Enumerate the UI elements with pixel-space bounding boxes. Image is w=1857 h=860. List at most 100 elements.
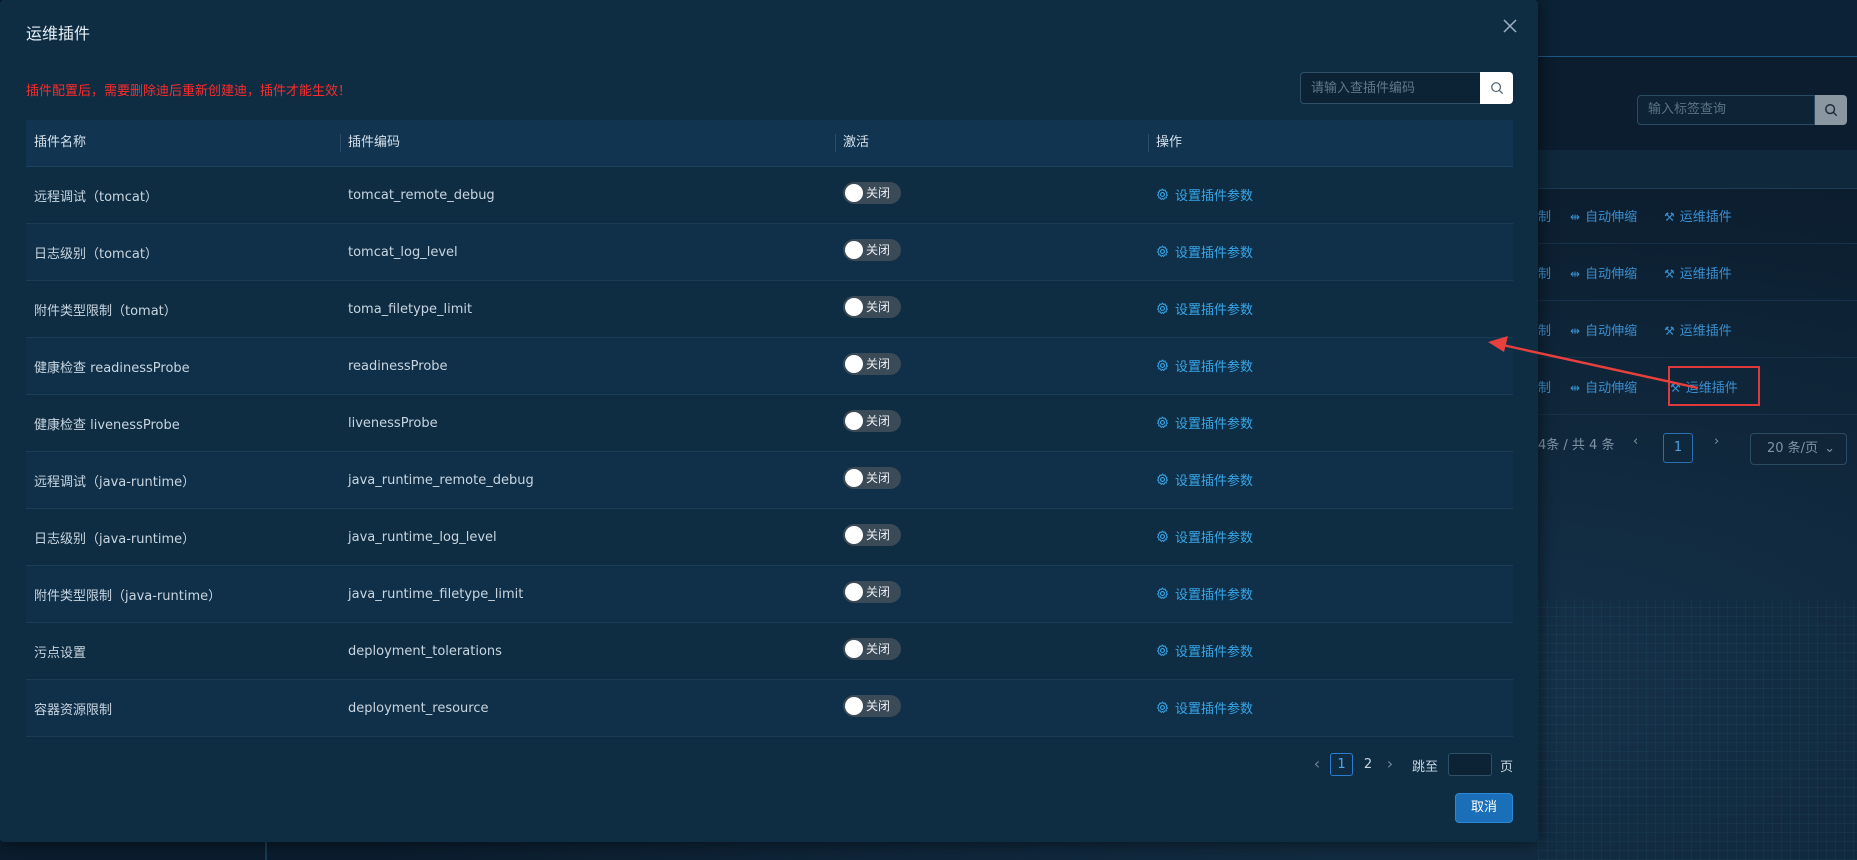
toggle-knob	[845, 526, 863, 544]
annotation-arrow	[1488, 336, 1699, 390]
toggle-label: 关闭	[866, 528, 891, 542]
set-plugin-params-link[interactable]: 设置插件参数	[1156, 641, 1253, 660]
set-plugin-params-link[interactable]: 设置插件参数	[1156, 299, 1253, 318]
action-cell: 设置插件参数	[1148, 527, 1513, 547]
resize-icon: ⇹	[1570, 267, 1581, 281]
activation-toggle[interactable]: 关闭	[843, 638, 901, 660]
action-label: 设置插件参数	[1175, 474, 1254, 489]
activation-cell: 关闭	[835, 524, 1148, 550]
activation-toggle[interactable]: 关闭	[843, 410, 901, 432]
plugin-name: 容器资源限制	[34, 702, 113, 718]
plugin-code: tomcat_log_level	[348, 244, 458, 260]
action-cell: 设置插件参数	[1148, 584, 1513, 604]
plugin-code-search-input[interactable]	[1300, 72, 1480, 104]
chevron-right-icon[interactable]: ›	[1714, 434, 1719, 449]
toggle-label: 关闭	[866, 585, 891, 599]
background-pager-current[interactable]: 1	[1663, 433, 1693, 463]
plugin-name: 日志级别（tomcat）	[34, 246, 158, 262]
plugin-code: java_runtime_filetype_limit	[348, 586, 524, 602]
background-action-label: 自动伸缩	[1585, 267, 1638, 282]
set-plugin-params-link[interactable]: 设置插件参数	[1156, 470, 1253, 489]
toggle-knob	[845, 469, 863, 487]
background-action-partial[interactable]: 制	[1538, 206, 1551, 225]
wrench-icon: ⚒	[1664, 210, 1675, 224]
background-action-ops-plugin[interactable]: ⚒ 运维插件	[1664, 206, 1732, 225]
column-header-action: 操作	[1148, 120, 1513, 166]
activation-toggle[interactable]: 关闭	[843, 239, 901, 261]
page-current[interactable]: 1	[1330, 753, 1353, 776]
close-icon[interactable]	[1498, 14, 1522, 38]
plugin-name: 污点设置	[34, 645, 87, 661]
plugin-code: readinessProbe	[348, 358, 448, 374]
gear-icon	[1156, 302, 1169, 314]
column-header-name: 插件名称	[34, 135, 87, 150]
jump-page-input[interactable]	[1448, 753, 1492, 776]
column-header-code: 插件编码	[340, 120, 835, 166]
activation-toggle[interactable]: 关闭	[843, 182, 901, 204]
toggle-label: 关闭	[866, 243, 891, 257]
set-plugin-params-link[interactable]: 设置插件参数	[1156, 185, 1253, 204]
table-row: 日志级别（java-runtime） java_runtime_log_level…	[26, 509, 1513, 566]
chevron-down-icon: ⌄	[1824, 441, 1835, 456]
set-plugin-params-link[interactable]: 设置插件参数	[1156, 242, 1253, 261]
background-action-autoscale[interactable]: ⇹ 自动伸缩	[1570, 206, 1637, 225]
action-label: 设置插件参数	[1175, 531, 1254, 546]
activation-toggle[interactable]: 关闭	[843, 695, 901, 717]
plugin-name: 远程调试（java-runtime）	[34, 474, 196, 490]
set-plugin-params-link[interactable]: 设置插件参数	[1156, 698, 1253, 717]
plugin-name: 健康检查 readinessProbe	[34, 360, 190, 376]
activation-cell: 关闭	[835, 353, 1148, 379]
jump-label: 跳至	[1412, 760, 1439, 775]
action-cell: 设置插件参数	[1148, 299, 1513, 319]
background-page-size-select[interactable]: 20 条/页 ⌄	[1750, 433, 1847, 465]
set-plugin-params-link[interactable]: 设置插件参数	[1156, 356, 1253, 375]
activation-toggle[interactable]: 关闭	[843, 296, 901, 318]
table-row: 容器资源限制 deployment_resource 关闭 设置插件参数	[26, 680, 1513, 737]
background-divider	[265, 842, 285, 860]
cancel-button[interactable]: 取消	[1455, 793, 1513, 823]
toggle-label: 关闭	[866, 414, 891, 428]
background-action-autoscale[interactable]: ⇹ 自动伸缩	[1570, 263, 1637, 282]
gear-icon	[1156, 473, 1169, 485]
plugin-name: 日志级别（java-runtime）	[34, 531, 196, 547]
set-plugin-params-link[interactable]: 设置插件参数	[1156, 413, 1253, 432]
plugin-table: 插件名称 插件编码 激活 操作 远程调试（tomcat） tomcat_remot…	[26, 120, 1513, 737]
background-action-ops-plugin[interactable]: ⚒ 运维插件	[1664, 263, 1732, 282]
gear-icon	[1156, 245, 1169, 257]
set-plugin-params-link[interactable]: 设置插件参数	[1156, 584, 1253, 603]
modal-title: 运维插件	[26, 24, 91, 43]
background-search-button[interactable]	[1815, 95, 1847, 125]
activation-toggle[interactable]: 关闭	[843, 353, 901, 375]
page-2[interactable]: 2	[1360, 753, 1376, 776]
plugin-name: 附件类型限制（tomat）	[34, 303, 177, 319]
table-body: 远程调试（tomcat） tomcat_remote_debug 关闭 设置插件参数日…	[26, 167, 1513, 737]
gear-icon	[1156, 359, 1169, 371]
background-action-partial[interactable]: 制	[1538, 263, 1551, 282]
table-row: 污点设置 deployment_tolerations 关闭 设置插件参数	[26, 623, 1513, 680]
activation-toggle[interactable]: 关闭	[843, 581, 901, 603]
gear-icon	[1156, 416, 1169, 428]
chevron-left-icon[interactable]: ‹	[1633, 434, 1638, 449]
set-plugin-params-link[interactable]: 设置插件参数	[1156, 527, 1253, 546]
toggle-knob	[845, 697, 863, 715]
plugin-name: 远程调试（tomcat）	[34, 189, 158, 205]
search-icon	[1825, 104, 1838, 117]
background-pager-total: 4条 / 共 4 条	[1538, 438, 1615, 453]
action-label: 设置插件参数	[1175, 246, 1254, 261]
plugin-search	[1300, 72, 1513, 104]
activation-cell: 关闭	[835, 410, 1148, 436]
activation-cell: 关闭	[835, 695, 1148, 721]
action-cell: 设置插件参数	[1148, 641, 1513, 661]
plugin-code: tomcat_remote_debug	[348, 187, 495, 203]
activation-toggle[interactable]: 关闭	[843, 467, 901, 489]
search-icon	[1490, 82, 1503, 95]
activation-toggle[interactable]: 关闭	[843, 524, 901, 546]
search-button[interactable]	[1480, 72, 1513, 104]
action-label: 设置插件参数	[1175, 360, 1254, 375]
action-label: 设置插件参数	[1175, 702, 1254, 717]
toggle-label: 关闭	[866, 186, 891, 200]
chevron-right-icon[interactable]: ›	[1383, 752, 1397, 776]
background-search-input[interactable]: 输入标签查询	[1637, 95, 1815, 125]
background-table-header	[1538, 150, 1857, 189]
chevron-left-icon[interactable]: ‹	[1310, 752, 1324, 776]
